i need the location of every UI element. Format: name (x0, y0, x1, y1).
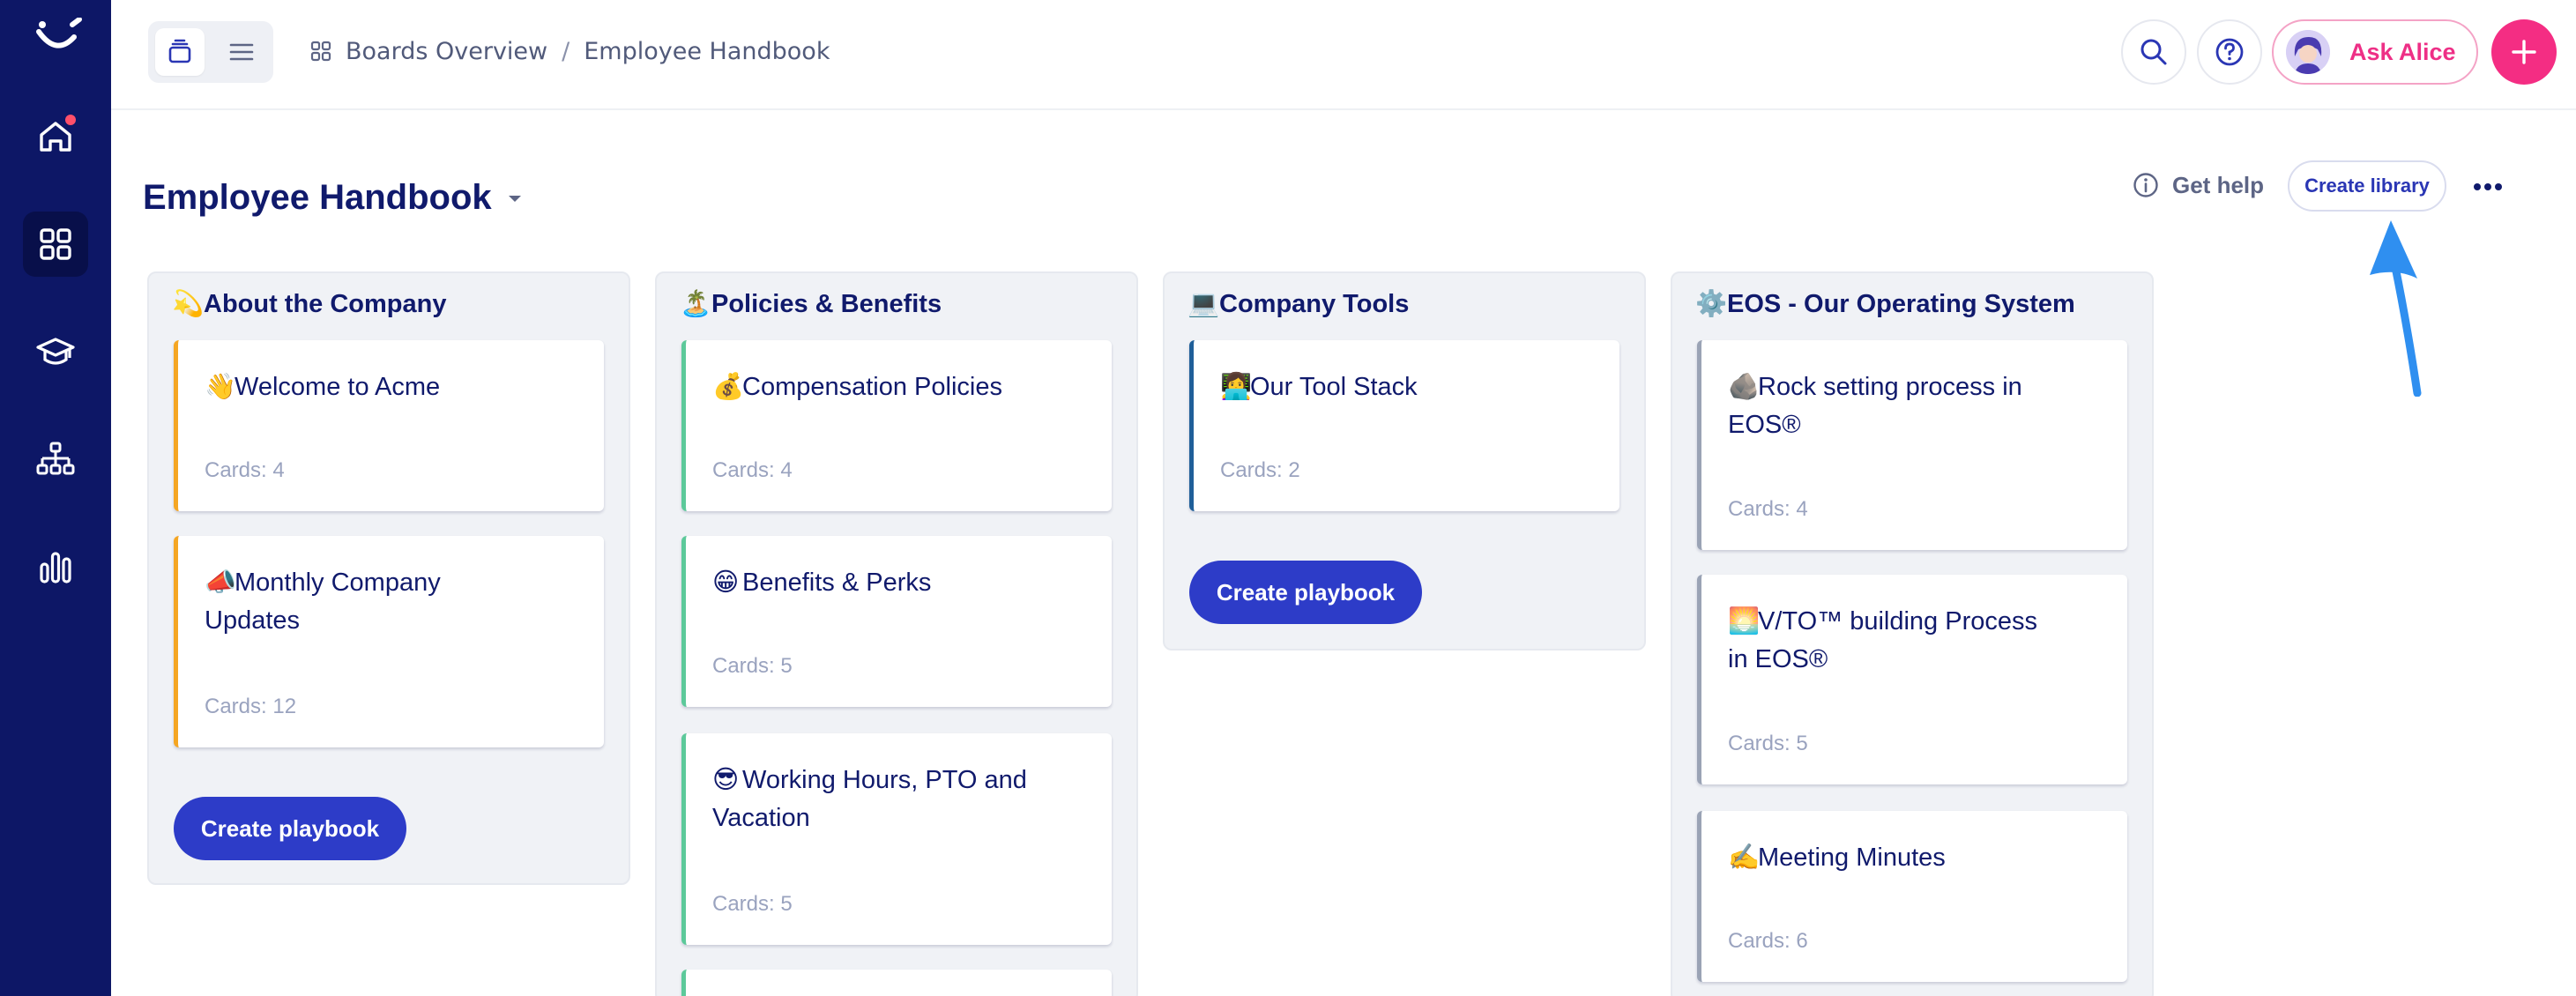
playbook-card[interactable]: 🪨Rock setting process in EOS® Cards: 4 (1697, 340, 2127, 550)
card-title: 😁 Benefits & Perks (712, 569, 932, 597)
board-column: 💫About the Company 👋Welcome to Acme Card… (147, 271, 630, 885)
playbook-card[interactable]: 👩‍💻Our Tool Stack Cards: 2 (1189, 340, 1619, 511)
card-title: 📣Monthly Company Updates (205, 569, 441, 635)
column-title: 💫About the Company (172, 290, 447, 318)
breadcrumb: Boards Overview / Employee Handbook (310, 33, 830, 69)
sidebar-item-home[interactable] (23, 104, 88, 169)
org-chart-icon (36, 442, 75, 475)
more-horizontal-icon (2474, 183, 2502, 190)
sidebar-item-analytics[interactable] (23, 534, 88, 599)
breadcrumb-separator: / (562, 37, 570, 65)
plus-icon (2512, 40, 2536, 64)
graduation-cap-icon (36, 338, 75, 365)
get-help-link[interactable]: Get help (2132, 167, 2264, 203)
sidebar-item-academy[interactable] (23, 319, 88, 384)
grid-icon (40, 228, 71, 260)
get-help-label: Get help (2172, 171, 2265, 198)
notification-dot (65, 115, 76, 125)
top-bar: Boards Overview / Employee Handbook Ask … (111, 0, 2576, 110)
question-circle-icon (2215, 38, 2244, 66)
board-column: 🏝️Policies & Benefits 💰Compensation Poli… (655, 271, 1138, 996)
playbook-card[interactable]: 😁 Benefits & Perks Cards: 5 (681, 536, 1112, 707)
sidebar-item-boards[interactable] (23, 212, 88, 277)
playbook-card[interactable]: 🌅V/TO™ building Process in EOS® Cards: 5 (1697, 575, 2127, 784)
card-count: Cards: 6 (1728, 929, 1808, 953)
column-title: 🏝️Policies & Benefits (680, 290, 942, 318)
card-count: Cards: 4 (1728, 497, 1808, 521)
caret-down-icon (508, 195, 521, 202)
list-icon (229, 43, 254, 61)
card-title: 👋Welcome to Acme (205, 373, 441, 401)
breadcrumb-current: Employee Handbook (584, 37, 830, 65)
search-button[interactable] (2121, 19, 2186, 85)
view-toggle (148, 21, 273, 83)
sidebar (0, 0, 111, 996)
alice-avatar (2286, 30, 2330, 74)
playbook-card[interactable]: 📣Monthly Company Updates Cards: 12 (174, 536, 604, 747)
card-title: 👩‍💻Our Tool Stack (1220, 373, 1418, 401)
card-count: Cards: 5 (712, 654, 793, 678)
search-icon (2140, 39, 2167, 65)
card-title: 😎 Working Hours, PTO and Vacation (712, 766, 1027, 832)
list-view-button[interactable] (217, 28, 266, 76)
playbook-card[interactable]: 💰Compensation Policies Cards: 4 (681, 340, 1112, 511)
annotation-arrow-icon (2370, 220, 2422, 397)
page-title: Employee Handbook (143, 178, 492, 217)
card-count: Cards: 12 (205, 695, 297, 718)
ask-alice-button[interactable]: Ask Alice (2272, 19, 2478, 85)
create-playbook-button[interactable]: Create playbook (1189, 561, 1422, 624)
card-count: Cards: 5 (1728, 732, 1808, 755)
info-icon (2133, 173, 2158, 197)
column-title: 💻Company Tools (1187, 290, 1410, 318)
column-title: ⚙️EOS - Our Operating System (1695, 290, 2075, 318)
card-title: 🪨Rock setting process in EOS® (1728, 373, 2022, 439)
card-count: Cards: 4 (712, 458, 793, 482)
more-options-button[interactable] (2468, 167, 2507, 206)
add-button[interactable] (2491, 19, 2557, 85)
bar-chart-icon (40, 552, 71, 583)
page-title-dropdown[interactable]: Employee Handbook (143, 178, 524, 218)
playbook-card[interactable]: ✍️Meeting Minutes Cards: 6 (1697, 811, 2127, 982)
card-title: ✍️Meeting Minutes (1728, 844, 1946, 872)
help-button[interactable] (2197, 19, 2262, 85)
card-count: Cards: 5 (712, 892, 793, 916)
breadcrumb-boards-overview[interactable]: Boards Overview (346, 38, 547, 65)
card-title: 💰Compensation Policies (712, 373, 1002, 401)
playbook-card[interactable]: 👋Welcome to Acme Cards: 4 (174, 340, 604, 511)
sidebar-item-org-chart[interactable] (23, 427, 88, 492)
grid-icon (310, 41, 331, 62)
playbook-card[interactable] (681, 970, 1112, 996)
card-title: 🌅V/TO™ building Process in EOS® (1728, 607, 2037, 673)
stack-icon (168, 39, 191, 63)
card-count: Cards: 2 (1220, 458, 1300, 482)
board-column: 💻Company Tools 👩‍💻Our Tool Stack Cards: … (1163, 271, 1646, 650)
playbook-card[interactable]: 😎 Working Hours, PTO and Vacation Cards: … (681, 733, 1112, 945)
create-library-button[interactable]: Create library (2288, 160, 2446, 212)
ask-alice-label: Ask Alice (2349, 38, 2456, 65)
app-logo[interactable] (34, 18, 83, 62)
card-count: Cards: 4 (205, 458, 285, 482)
board-column: ⚙️EOS - Our Operating System 🪨Rock setti… (1671, 271, 2154, 996)
card-view-button[interactable] (155, 28, 205, 76)
create-playbook-button[interactable]: Create playbook (174, 797, 406, 860)
